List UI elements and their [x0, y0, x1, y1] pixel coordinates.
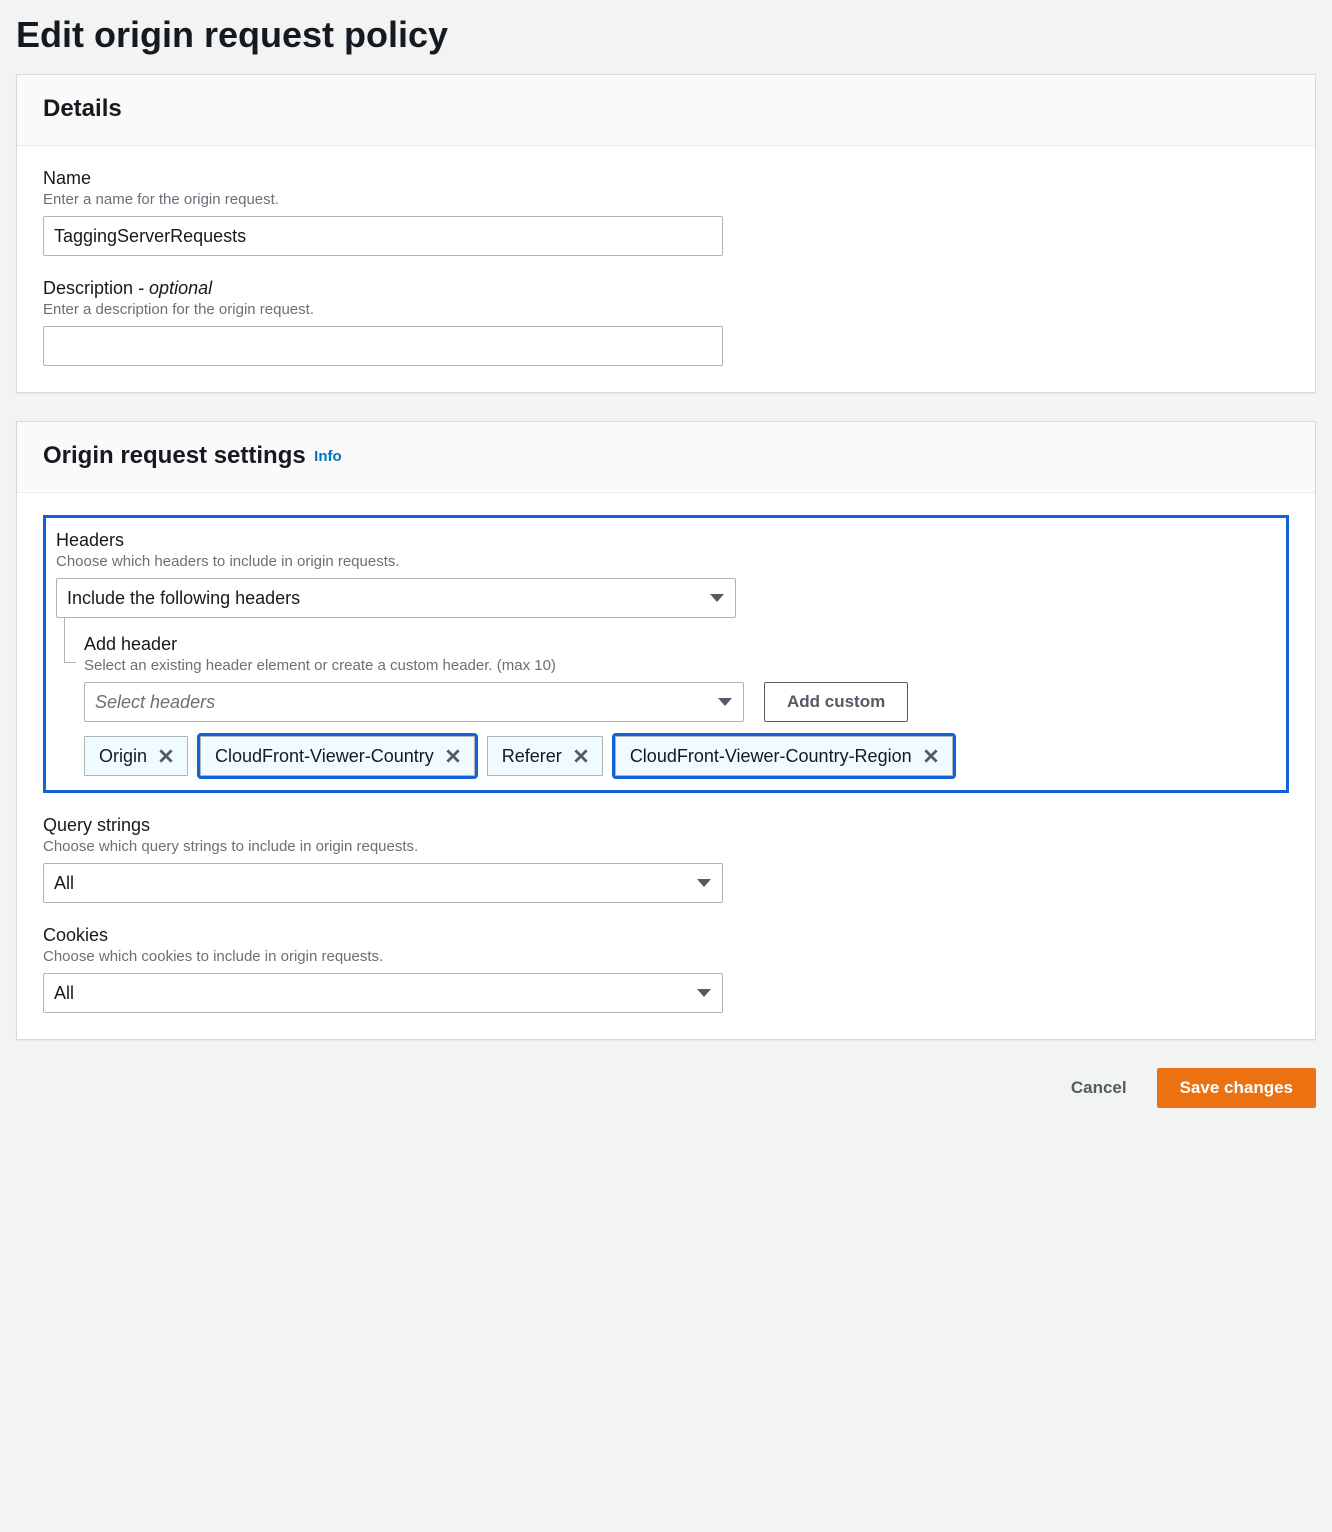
cancel-button[interactable]: Cancel [1051, 1068, 1147, 1108]
cookies-help: Choose which cookies to include in origi… [43, 948, 1289, 965]
name-help: Enter a name for the origin request. [43, 191, 1289, 208]
headers-label: Headers [56, 530, 1276, 551]
header-tag: CloudFront-Viewer-Country-Region [615, 736, 953, 776]
headers-select[interactable]: Include the following headers [56, 578, 736, 618]
header-tag-label: Referer [502, 746, 562, 767]
details-panel-header: Details [17, 75, 1315, 146]
header-tag: Referer [487, 736, 603, 776]
header-tag: Origin [84, 736, 188, 776]
name-label: Name [43, 168, 1289, 189]
headers-help: Choose which headers to include in origi… [56, 553, 1276, 570]
header-tag-label: Origin [99, 746, 147, 767]
close-icon[interactable] [572, 747, 590, 765]
add-header-subsection: Add header Select an existing header ele… [56, 634, 1276, 776]
settings-heading: Origin request settings [43, 442, 306, 470]
save-button[interactable]: Save changes [1157, 1068, 1316, 1108]
details-heading: Details [43, 95, 122, 123]
headers-select-value: Include the following headers [56, 578, 736, 618]
close-icon[interactable] [922, 747, 940, 765]
header-tag: CloudFront-Viewer-Country [200, 736, 475, 776]
description-input[interactable] [43, 326, 723, 366]
query-strings-select[interactable]: All [43, 863, 723, 903]
close-icon[interactable] [157, 747, 175, 765]
description-label: Description - optional [43, 278, 1289, 299]
close-icon[interactable] [444, 747, 462, 765]
settings-panel-header: Origin request settings Info [17, 422, 1315, 493]
cookies-value: All [43, 973, 723, 1013]
query-strings-help: Choose which query strings to include in… [43, 838, 1289, 855]
header-tag-label: CloudFront-Viewer-Country-Region [630, 746, 912, 767]
query-strings-value: All [43, 863, 723, 903]
header-tag-label: CloudFront-Viewer-Country [215, 746, 434, 767]
headers-highlight-box: Headers Choose which headers to include … [43, 515, 1289, 793]
settings-panel: Origin request settings Info Headers Cho… [16, 421, 1316, 1040]
header-tags-row: Origin CloudFront-Viewer-Country Referer Cl… [84, 736, 1276, 776]
add-custom-button[interactable]: Add custom [764, 682, 908, 722]
info-link[interactable]: Info [314, 448, 342, 465]
cookies-label: Cookies [43, 925, 1289, 946]
cookies-select[interactable]: All [43, 973, 723, 1013]
description-help: Enter a description for the origin reque… [43, 301, 1289, 318]
details-panel: Details Name Enter a name for the origin… [16, 74, 1316, 393]
name-input[interactable] [43, 216, 723, 256]
query-strings-label: Query strings [43, 815, 1289, 836]
form-actions: Cancel Save changes [16, 1068, 1316, 1108]
select-headers-placeholder: Select headers [84, 682, 744, 722]
add-header-help: Select an existing header element or cre… [84, 657, 1276, 674]
select-headers-dropdown[interactable]: Select headers [84, 682, 744, 722]
add-header-label: Add header [84, 634, 1276, 655]
page-title: Edit origin request policy [16, 0, 1316, 74]
